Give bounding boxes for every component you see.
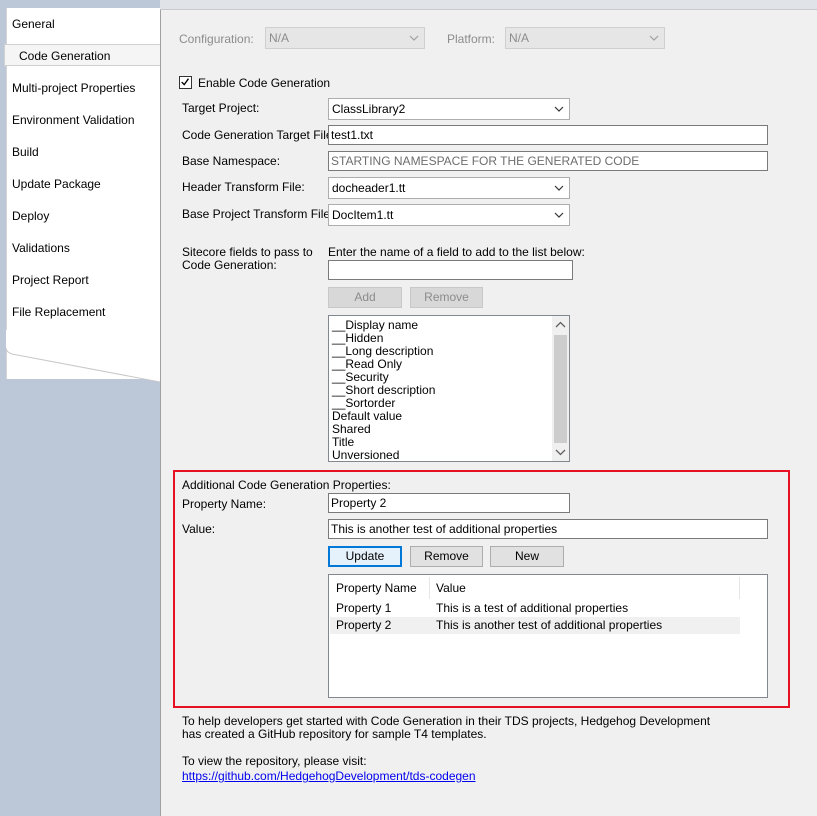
configuration-label: Configuration:	[179, 32, 254, 46]
sidebar-item-project-report[interactable]: Project Report	[12, 269, 89, 291]
fields-list-scrollbar[interactable]	[552, 316, 569, 461]
github-repository-link[interactable]: https://github.com/HedgehogDevelopment/t…	[182, 769, 476, 783]
header-transform-value: docheader1.tt	[332, 181, 406, 195]
field-name-input[interactable]	[328, 260, 573, 280]
property-name-cell: Property 2	[336, 618, 392, 632]
sitecore-fields-label-line1: Sitecore fields to pass to	[182, 245, 313, 259]
enable-code-generation-label: Enable Code Generation	[198, 76, 331, 90]
add-field-button[interactable]: Add	[328, 287, 402, 308]
column-separator	[739, 577, 740, 599]
sidebar-item-multi-project-properties[interactable]: Multi-project Properties	[12, 77, 135, 99]
field-name-instruction: Enter the name of a field to add to the …	[328, 245, 585, 259]
chevron-down-icon	[554, 106, 564, 112]
property-value-cell: This is a test of additional properties	[436, 601, 629, 615]
info-text-line2: has created a GitHub repository for samp…	[182, 727, 487, 741]
platform-dropdown[interactable]: N/A	[505, 27, 665, 49]
chevron-down-icon	[409, 35, 419, 41]
chevron-down-icon	[649, 35, 659, 41]
platform-value: N/A	[509, 31, 530, 45]
sidebar-item-general[interactable]: General	[12, 13, 55, 35]
scrollbar-thumb[interactable]	[554, 335, 567, 443]
sidebar: General Code Generation Multi-project Pr…	[0, 0, 160, 816]
chevron-down-icon[interactable]	[552, 444, 569, 461]
sidebar-item-update-package[interactable]: Update Package	[12, 173, 101, 195]
update-button[interactable]: Update	[328, 546, 402, 567]
header-transform-dropdown[interactable]: docheader1.tt	[328, 177, 570, 199]
base-project-transform-value: DocItem1.tt	[332, 208, 394, 222]
remove-field-button[interactable]: Remove	[410, 287, 483, 308]
sidebar-item-validations[interactable]: Validations	[12, 237, 70, 259]
property-value-cell: This is another test of additional prope…	[436, 618, 663, 632]
configuration-dropdown[interactable]: N/A	[265, 27, 425, 49]
configuration-value: N/A	[269, 31, 290, 45]
value-input[interactable]: This is another test of additional prope…	[328, 519, 768, 539]
chevron-down-icon	[554, 212, 564, 218]
sidebar-item-environment-validation[interactable]: Environment Validation	[12, 109, 135, 131]
remove-property-button[interactable]: Remove	[410, 546, 483, 567]
sidebar-item-code-generation[interactable]: Code Generation	[4, 44, 160, 66]
sitecore-fields-label-line2: Code Generation:	[182, 258, 277, 272]
property-name-input[interactable]: Property 2	[328, 493, 570, 513]
info-text-line1: To help developers get started with Code…	[182, 714, 711, 728]
table-row[interactable]: Property 2 This is another test of addit…	[330, 617, 740, 634]
sidebar-item-deploy[interactable]: Deploy	[12, 205, 49, 227]
base-project-transform-label: Base Project Transform File:	[182, 207, 334, 221]
base-project-transform-dropdown[interactable]: DocItem1.tt	[328, 204, 570, 226]
sidebar-panel-edge	[6, 330, 160, 383]
sidebar-item-file-replacement[interactable]: File Replacement	[12, 301, 105, 323]
additional-properties-heading: Additional Code Generation Properties:	[182, 478, 391, 492]
platform-label: Platform:	[447, 32, 496, 46]
target-project-dropdown[interactable]: ClassLibrary2	[328, 98, 570, 120]
column-header-property-name[interactable]: Property Name	[329, 575, 429, 601]
value-label: Value:	[182, 522, 216, 536]
enable-code-generation-checkbox[interactable]	[179, 76, 192, 89]
table-row[interactable]: Property 1 This is a test of additional …	[330, 600, 740, 617]
property-name-cell: Property 1	[336, 601, 392, 615]
sidebar-item-build[interactable]: Build	[12, 141, 39, 163]
checkmark-icon	[181, 78, 190, 86]
base-namespace-input[interactable]: STARTING NAMESPACE FOR THE GENERATED COD…	[328, 151, 768, 171]
chevron-down-icon	[554, 185, 564, 191]
target-project-value: ClassLibrary2	[332, 102, 406, 116]
target-file-input[interactable]: test1.txt	[328, 125, 768, 145]
visit-text: To view the repository, please visit:	[182, 754, 367, 768]
target-file-label: Code Generation Target File:	[182, 128, 336, 142]
new-property-button[interactable]: New	[490, 546, 564, 567]
sitecore-fields-list[interactable]: __Display name __Hidden __Long descripti…	[328, 315, 570, 462]
list-item[interactable]: Unversioned	[332, 449, 399, 462]
property-name-label: Property Name:	[182, 497, 267, 511]
chevron-up-icon[interactable]	[552, 316, 569, 333]
column-header-value[interactable]: Value	[429, 575, 739, 601]
header-transform-label: Header Transform File:	[182, 180, 305, 194]
top-border	[160, 0, 817, 10]
properties-list[interactable]: Property Name Value Property 1 This is a…	[328, 574, 768, 698]
base-namespace-label: Base Namespace:	[182, 154, 281, 168]
target-project-label: Target Project:	[182, 101, 260, 115]
